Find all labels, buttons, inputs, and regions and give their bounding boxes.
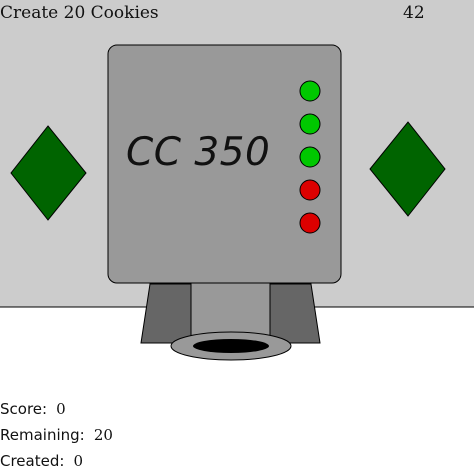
indicator-light-red: [299, 179, 321, 201]
remaining-value: 20: [93, 426, 113, 444]
score-row: Score: 0: [0, 396, 113, 422]
indicator-light-green: [299, 80, 321, 102]
score-value: 0: [56, 400, 66, 418]
dispenser-hole: [193, 339, 269, 353]
remaining-row: Remaining: 20: [0, 422, 113, 448]
remaining-label: Remaining:: [0, 426, 85, 444]
task-text: Create 20 Cookies: [0, 3, 159, 23]
left-nozzle-block: [140, 283, 192, 344]
created-row: Created: 0: [0, 448, 113, 474]
timer-value: 42: [403, 3, 425, 23]
created-value: 0: [73, 452, 84, 470]
game-stage: Create 20 Cookies 42 CC 350 Score: 0 Rem…: [0, 0, 474, 474]
indicator-light-green: [299, 146, 321, 168]
stats-panel: Score: 0 Remaining: 20 Created: 0: [0, 396, 113, 474]
machine-label: CC 350: [126, 130, 271, 175]
score-label: Score:: [0, 400, 48, 418]
indicator-light-green: [299, 113, 321, 135]
right-nozzle-block: [269, 283, 321, 344]
indicator-light-red: [299, 212, 321, 234]
created-label: Created:: [0, 452, 65, 470]
